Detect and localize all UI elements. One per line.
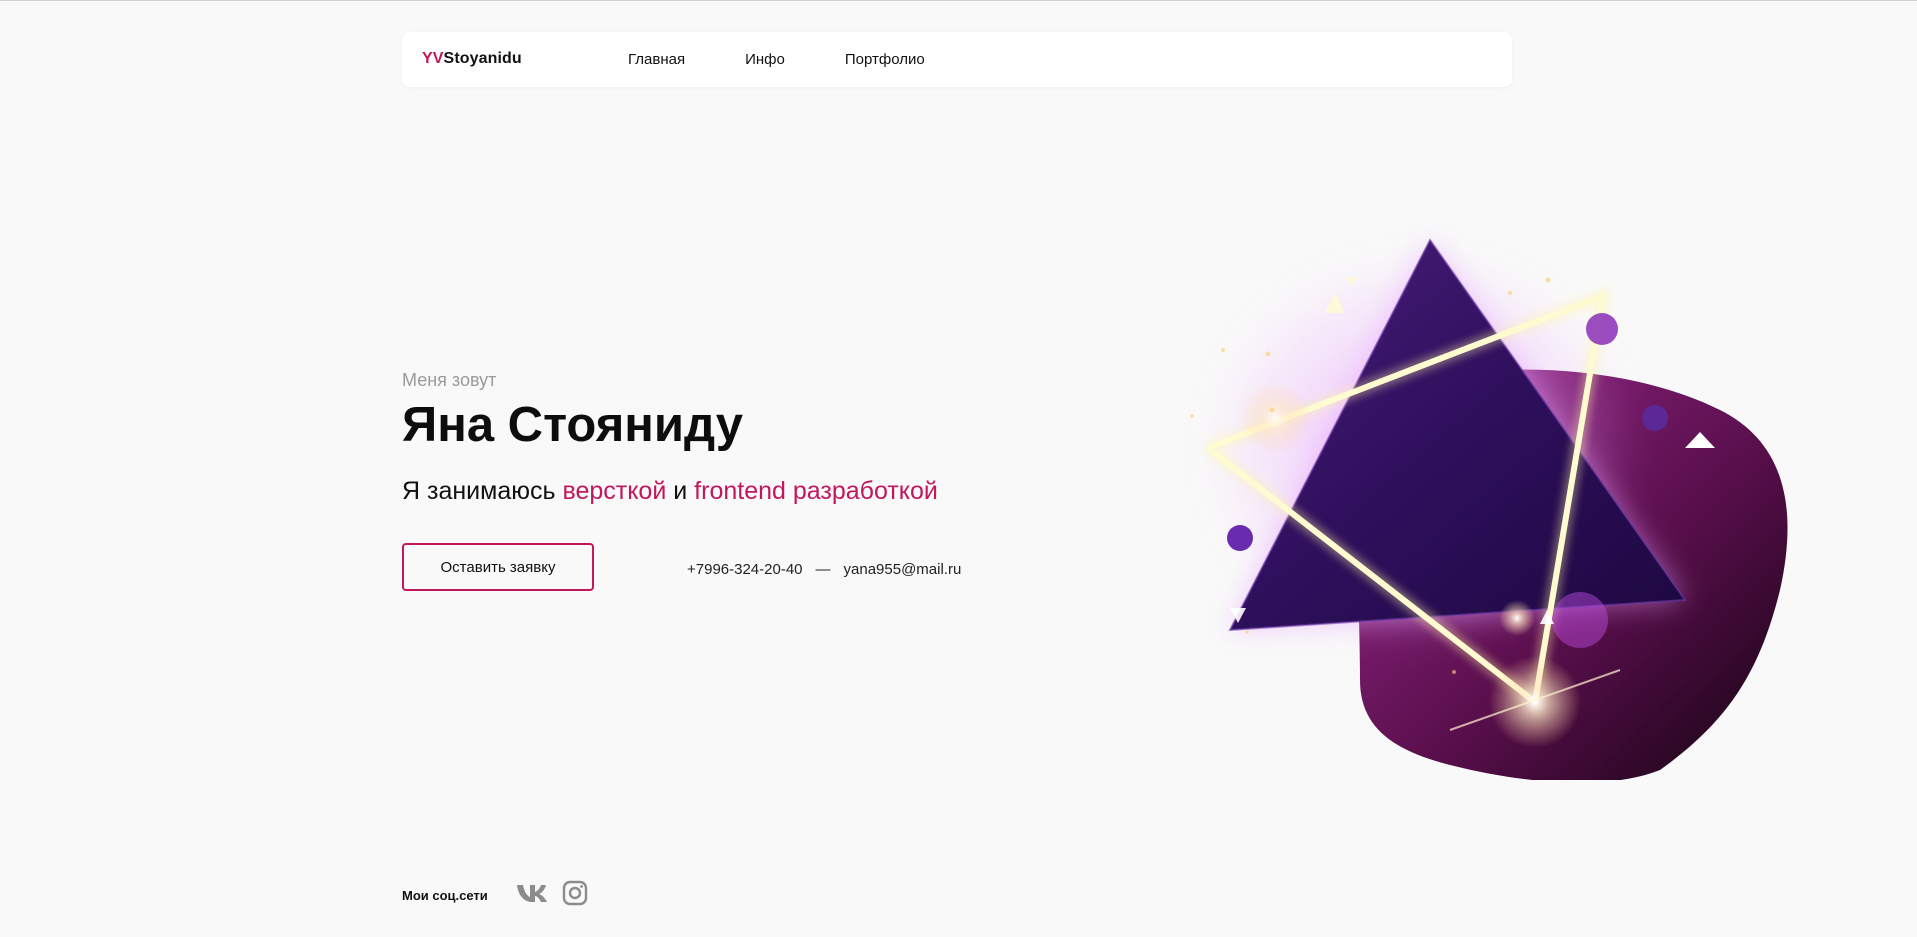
hero: Меня зовут Яна Стояниду Я занимаюсь верс… [402, 370, 1102, 506]
social-label: Мои соц.сети [402, 888, 488, 903]
tagline-text-1: Я занимаюсь [402, 477, 563, 505]
request-button[interactable]: Оставить заявку [402, 543, 594, 591]
social-section: Мои соц.сети [402, 880, 602, 911]
contacts: +7996-324-20-40 — yana955@mail.ru [687, 561, 961, 578]
logo[interactable]: YVStoyanidu [422, 50, 522, 68]
tagline-highlight-layout: версткой [562, 477, 667, 505]
nav-links: Главная Инфо Портфолио [628, 51, 925, 68]
nav-link-info[interactable]: Инфо [745, 51, 785, 68]
nav-link-portfolio[interactable]: Портфолио [845, 51, 925, 68]
instagram-icon[interactable] [562, 880, 588, 911]
neon-triangle-art [1190, 238, 1788, 783]
tagline-text-2: и [666, 477, 695, 505]
top-border [0, 0, 1917, 1]
contacts-separator: — [815, 561, 831, 578]
phone-number[interactable]: +7996-324-20-40 [687, 561, 803, 578]
logo-text: Stoyanidu [443, 50, 522, 67]
hero-intro: Меня зовут [402, 370, 497, 390]
email-address[interactable]: yana955@mail.ru [844, 561, 962, 578]
vk-icon[interactable] [516, 883, 548, 908]
hero-name: Яна Стояниду [402, 398, 743, 452]
tagline-highlight-frontend: frontend разработкой [694, 477, 938, 505]
navbar: YVStoyanidu Главная Инфо Портфолио [402, 32, 1512, 87]
hero-illustration [1150, 220, 1810, 783]
hero-tagline: Я занимаюсь версткой и frontend разработ… [402, 477, 1102, 506]
logo-accent: YV [422, 50, 444, 67]
nav-link-home[interactable]: Главная [628, 51, 685, 68]
